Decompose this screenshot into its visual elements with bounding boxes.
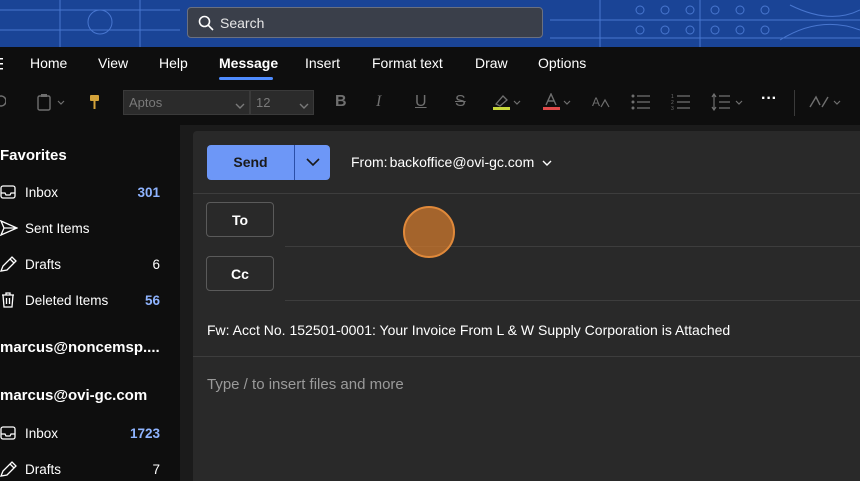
from-selector[interactable]: From: backoffice@ovi-gc.com [351,154,552,170]
unread-count: 1723 [129,426,160,441]
send-icon [0,219,19,239]
subject-field[interactable]: Fw: Acct No. 152501-0001: Your Invoice F… [207,322,730,338]
line-spacing-icon[interactable] [711,92,745,116]
message-body[interactable]: Type / to insert files and more [207,376,404,393]
menu-icon[interactable] [0,57,3,76]
divider [193,356,860,357]
account-heading[interactable]: marcus@noncemsp.... [0,339,160,356]
to-field-underline [285,246,860,247]
cc-input[interactable] [285,256,860,298]
drafts-icon [0,461,18,480]
menu-bar: Home View Help Message Insert Format tex… [0,47,860,80]
sidebar-item-drafts[interactable]: Drafts 6 [0,252,168,276]
item-count: 6 [152,257,160,272]
sidebar-item-label: Inbox [25,426,59,441]
font-family-value: Aptos [129,95,163,110]
chevron-down-icon [542,154,552,170]
font-size-value: 12 [256,95,271,110]
to-button[interactable]: To [206,202,274,237]
tab-help[interactable]: Help [159,55,188,71]
sidebar-item-label: Inbox [25,185,59,200]
numbering-icon[interactable]: 123 [671,93,691,116]
sidebar-item-drafts[interactable]: Drafts 7 [0,457,168,481]
svg-text:A: A [592,95,600,109]
svg-text:3: 3 [671,106,674,111]
cc-button[interactable]: Cc [206,256,274,291]
font-family-select[interactable]: Aptos [123,90,250,115]
cc-field-underline [285,300,860,301]
chevron-down-icon [235,98,245,113]
font-size-select[interactable]: 12 [250,90,314,115]
styles-icon[interactable]: A [592,93,612,116]
tab-message[interactable]: Message [219,55,278,71]
tab-view[interactable]: View [98,55,128,71]
item-count: 7 [152,462,160,477]
font-color-icon[interactable] [542,92,572,116]
editor-icon[interactable] [808,93,842,116]
ribbon-toolbar: Aptos 12 B I U S A 123 ··· [0,80,860,125]
highlight-icon[interactable] [492,93,522,116]
sidebar-item-inbox[interactable]: Inbox 301 [0,180,168,204]
inbox-icon [0,425,16,444]
bold-icon[interactable]: B [335,93,347,111]
divider [193,193,860,194]
toolbar-divider [794,90,795,116]
click-indicator [403,206,455,258]
send-button[interactable]: Send [207,145,294,180]
favorites-heading[interactable]: Favorites [0,147,67,164]
inbox-icon [0,184,16,203]
tab-insert[interactable]: Insert [305,55,340,71]
search-box[interactable]: Search [187,7,543,38]
to-input[interactable] [285,202,860,244]
search-label: Search [220,14,265,31]
drafts-icon [0,256,18,275]
account-heading[interactable]: marcus@ovi-gc.com [0,387,147,404]
chevron-down-icon [299,98,309,113]
more-icon[interactable]: ··· [761,90,777,108]
unread-count: 56 [144,293,160,308]
sidebar-item-label: Drafts [25,257,62,272]
sidebar-item-inbox[interactable]: Inbox 1723 [0,421,168,445]
sidebar-item-deleted-items[interactable]: Deleted Items 56 [0,288,168,312]
format-painter-icon[interactable] [88,93,102,116]
search-icon [198,15,214,31]
underline-icon[interactable]: U [415,93,427,111]
bullets-icon[interactable] [631,93,651,116]
trash-icon [0,292,16,311]
folder-pane: Favorites Inbox 301 Sent Items Drafts 6 … [0,125,180,481]
strikethrough-icon[interactable]: S [455,93,466,111]
tab-format-text[interactable]: Format text [372,55,443,71]
unread-count: 301 [137,185,160,200]
paste-icon[interactable] [36,93,66,116]
sidebar-item-label: Deleted Items [25,293,109,308]
from-address: backoffice@ovi-gc.com [389,154,535,170]
tab-home[interactable]: Home [30,55,67,71]
sidebar-item-label: Sent Items [25,221,90,236]
compose-pane [193,131,860,481]
from-label: From: [351,154,388,170]
tab-options[interactable]: Options [538,55,586,71]
send-options-button[interactable] [295,145,330,180]
tab-draw[interactable]: Draw [475,55,508,71]
chevron-down-icon [305,154,320,172]
undo-icon[interactable] [0,93,7,114]
send-button-group: Send [207,145,330,180]
sidebar-item-sent-items[interactable]: Sent Items [0,216,168,240]
sidebar-item-label: Drafts [25,462,62,477]
italic-icon[interactable]: I [376,93,381,111]
